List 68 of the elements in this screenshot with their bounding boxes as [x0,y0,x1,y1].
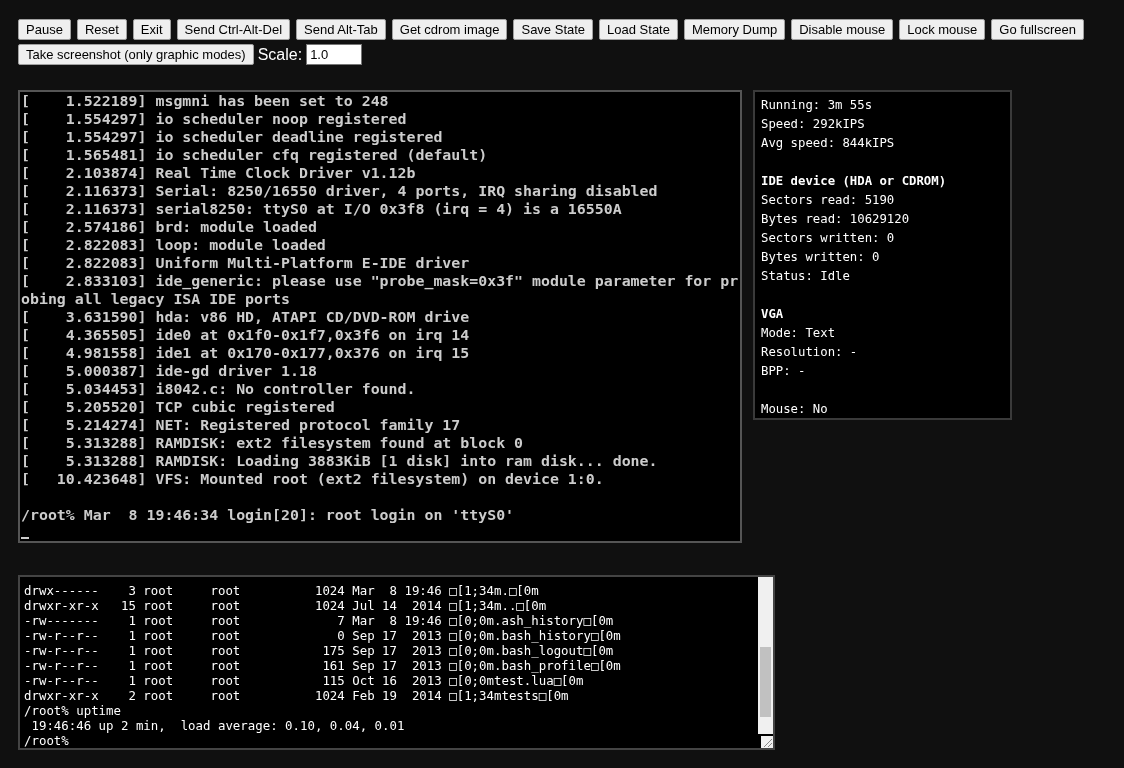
stats-line: Avg speed: 844kIPS [761,135,895,152]
stats-line: Sectors written: 0 [761,230,895,247]
stats-heading: VGA [761,306,784,323]
toolbar-button[interactable]: Go fullscreen [991,19,1084,40]
stats-line: Sectors read: 5190 [761,192,895,209]
resize-grip-icon[interactable] [761,736,773,748]
stats-line: Bytes written: 0 [761,249,880,266]
screen-line: [ 5.313288] RAMDISK: ext2 filesystem found at block 0 [21,434,525,452]
screen-line: [ 10.423648] VFS: Mounted root (ext2 filesystem) on device 1:0. [21,470,605,488]
toolbar-button[interactable]: Take screenshot (only graphic modes) [18,44,254,65]
screen-line: [ 4.365505] ide0 at 0x1f0-0x1f7,0x3f6 on irq 14 [21,326,471,344]
screen-line: obing all legacy ISA IDE ports [21,290,291,308]
screen-line: [ 5.205520] TCP cubic registered [21,398,336,416]
toolbar-button[interactable]: Memory Dump [683,19,786,40]
screen-line: [ 2.574186] brd: module loaded [21,218,318,236]
screen-line: [ 2.116373] serial8250: ttyS0 at I/O 0x3f8 (irq = 4) is a 16550A [21,200,623,218]
stats-line: Status: Idle [761,268,850,285]
screen-line: [ 2.116373] Serial: 8250/16550 driver, 4 ports, IRQ sharing disabled [21,182,659,200]
screen-line: [ 2.822083] loop: module loaded [21,236,327,254]
screen-line: [ 2.833103] ide_generic: please use "probe_mask=0x3f" module parameter for pr [21,272,740,290]
log-line: /root% uptime [24,703,121,718]
log-line: drwx------ 3 root root 1024 Mar 8 19:46 □[1;34m.□[0m [24,583,539,598]
serial-log-textarea[interactable] [18,575,775,750]
screen-line: [ 5.034453] i8042.c: No controller found. [21,380,417,398]
screen-line: [ 1.554297] io scheduler noop registered [21,110,408,128]
stats-line: Bytes read: 10629120 [761,211,910,228]
screen-line: [ 3.631590] hda: v86 HD, ATAPI CD/DVD-ROM drive [21,308,471,326]
screen-line: [ 2.103874] Real Time Clock Driver v1.12b [21,164,417,182]
stats-line: Mouse: No [761,401,828,418]
toolbar-button[interactable]: Load State [599,19,678,40]
scale-field[interactable]: 1.0 [306,44,363,65]
log-line: drwxr-xr-x 15 root root 1024 Jul 14 2014 □[1;34m..□[0m [24,598,547,613]
screen-line: [ 5.313288] RAMDISK: Loading 3883KiB [1 disk] into ram disk... done. [21,452,659,470]
toolbar-button[interactable]: Send Ctrl-Alt-Del [176,19,291,40]
scrollbar[interactable] [758,577,773,734]
log-line: -rw-r--r-- 1 root root 0 Sep 17 2013 □[0;0m.bash_history□[0m [24,628,621,643]
stats-line: Running: 3m 55s [761,97,873,114]
log-line: 19:46:46 up 2 min, load average: 0.10, 0.04, 0.01 [30,718,405,733]
screen-line: [ 2.822083] Uniform Multi-Platform E-IDE driver [21,254,471,272]
stats-line: Resolution: - [761,344,858,361]
screen-line: [ 5.000387] ide-gd driver 1.18 [21,362,318,380]
stats-line: Mode: Text [761,325,836,342]
stats-heading: IDE device (HDA or CDROM) [761,173,947,190]
screen-line: [ 1.522189] msgmni has been set to 248 [21,92,390,110]
stats-line: BPP: - [761,363,806,380]
log-line: /root% [24,733,69,748]
toolbar-button[interactable]: Reset [76,19,127,40]
screen-line: [ 1.554297] io scheduler deadline registered [21,128,444,146]
toolbar-button[interactable]: Save State [513,19,594,40]
log-line: -rw-r--r-- 1 root root 161 Sep 17 2013 □[0;0m.bash_profile□[0m [24,658,621,673]
toolbar-button[interactable]: Exit [132,19,171,40]
screen-line: /root% Mar 8 19:46:34 login[20]: root login on 'ttyS0' [21,506,516,524]
toolbar-button[interactable]: Lock mouse [899,19,986,40]
screen-line: [ 1.565481] io scheduler cfq registered (default) [21,146,489,164]
log-line: -rw-r--r-- 1 root root 115 Oct 16 2013 □[0;0mtest.lua□[0m [24,673,584,688]
emulator-screen[interactable] [18,90,742,543]
screen-line: [ 5.214274] NET: Registered protocol family 17 [21,416,462,434]
toolbar-button[interactable]: Pause [18,19,71,40]
log-line: -rw------- 1 root root 7 Mar 8 19:46 □[0;0m.ash_history□[0m [24,613,614,628]
toolbar-button[interactable]: Disable mouse [791,19,894,40]
toolbar-button[interactable]: Send Alt-Tab [296,19,386,40]
toolbar-button[interactable]: Get cdrom image [391,19,508,40]
log-line: drwxr-xr-x 2 root root 1024 Feb 19 2014 □[1;34mtests□[0m [24,688,569,703]
log-line: -rw-r--r-- 1 root root 175 Sep 17 2013 □[0;0m.bash_logout□[0m [24,643,614,658]
stats-line: Speed: 292kIPS [761,116,865,133]
screen-line: [ 4.981558] ide1 at 0x170-0x177,0x376 on irq 15 [21,344,471,362]
scale-label: Scale: [257,45,303,64]
text-cursor [21,537,29,539]
